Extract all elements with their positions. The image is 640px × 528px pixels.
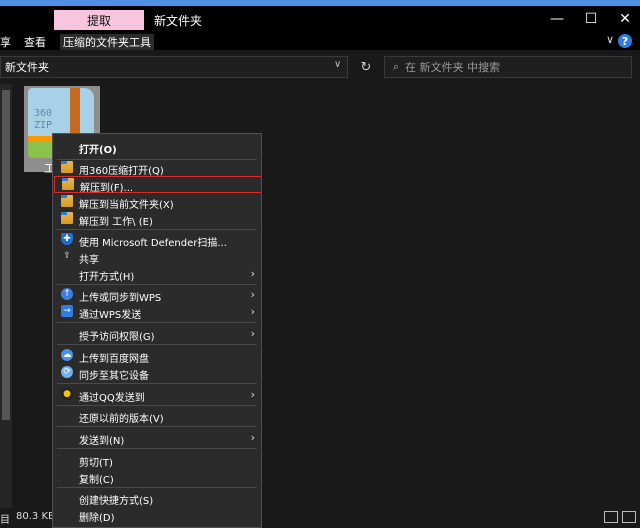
menu-item-extract-to[interactable]: 解压到(F)... (54, 176, 261, 194)
menu-item-upload-wps[interactable]: ↑ 上传或同步到WPS › (53, 286, 261, 304)
close-button[interactable]: ✕ (614, 9, 636, 29)
menu-item-open-360zip[interactable]: 用360压缩打开(Q) (53, 159, 261, 177)
window-title: 新文件夹 (154, 14, 203, 28)
menu-item-share[interactable]: ⇪ 共享 (53, 248, 261, 266)
menu-item-extract-here[interactable]: 解压到当前文件夹(X) (53, 193, 261, 211)
submenu-arrow-icon: › (250, 288, 255, 301)
submenu-arrow-icon: › (250, 431, 255, 444)
menu-item-open-with[interactable]: 打开方式(H) › (53, 265, 261, 283)
menu-separator (57, 284, 257, 285)
menu-separator (57, 229, 257, 230)
scrollbar-thumb[interactable] (2, 90, 10, 420)
context-menu: 打开(O) 用360压缩打开(Q) 解压到(F)... 解压到当前文件夹(X) … (52, 133, 262, 528)
collapse-ribbon-icon[interactable]: ∨ (606, 33, 614, 46)
menu-item-copy[interactable]: 复制(C) (53, 468, 261, 486)
submenu-arrow-icon: › (250, 305, 255, 318)
search-icon: ⌕ (393, 60, 400, 73)
folder-zip-icon (61, 195, 73, 207)
wps-send-icon: → (61, 305, 73, 317)
menu-separator (57, 426, 257, 427)
menu-separator (57, 448, 257, 449)
item-count: 目 (0, 515, 10, 526)
tab-share[interactable]: 享 (0, 34, 11, 50)
nav-pane-scrollbar[interactable] (0, 84, 12, 508)
address-dropdown-icon[interactable]: ∨ (334, 59, 341, 70)
menu-item-restore-versions[interactable]: 还原以前的版本(V) (53, 407, 261, 425)
folder-zip-icon (61, 212, 73, 224)
address-path: 新文件夹 (5, 61, 49, 74)
menu-item-send-to[interactable]: 发送到(N) › (53, 429, 261, 447)
tab-compressed-folder-tools[interactable]: 压缩的文件夹工具 (60, 34, 154, 50)
help-icon[interactable]: ? (618, 34, 632, 48)
menu-item-extract-to-folder[interactable]: 解压到 工作\ (E) (53, 210, 261, 228)
menu-separator (57, 487, 257, 488)
sync-device-icon: ⟳ (61, 366, 73, 378)
search-box[interactable]: ⌕ 在 新文件夹 中搜索 (384, 56, 632, 78)
selection-size: 80.3 KB (16, 511, 55, 522)
menu-item-baidu-upload[interactable]: ☁ 上传到百度网盘 (53, 347, 261, 365)
menu-item-delete[interactable]: 删除(D) (53, 506, 261, 524)
tab-view[interactable]: 查看 (24, 34, 46, 50)
menu-separator (57, 322, 257, 323)
menu-item-sync-device[interactable]: ⟳ 同步至其它设备 (53, 364, 261, 382)
submenu-arrow-icon: › (250, 388, 255, 401)
refresh-icon[interactable]: ↻ (356, 57, 376, 77)
folder-zip-icon (62, 178, 74, 190)
folder-zip-icon (61, 161, 73, 173)
menu-item-create-shortcut[interactable]: 创建快捷方式(S) (53, 489, 261, 507)
ribbon-tabs: 享 查看 压缩的文件夹工具 (0, 32, 640, 50)
share-icon: ⇪ (63, 251, 71, 261)
baidu-netdisk-icon: ☁ (61, 349, 73, 361)
menu-separator (57, 383, 257, 384)
wps-cloud-icon: ↑ (61, 288, 73, 300)
address-bar[interactable]: 新文件夹 (0, 56, 348, 78)
search-placeholder: 在 新文件夹 中搜索 (405, 61, 501, 74)
menu-item-cut[interactable]: 剪切(T) (53, 451, 261, 469)
maximize-button[interactable]: ☐ (580, 9, 602, 29)
menu-item-send-wps[interactable]: → 通过WPS发送 › (53, 303, 261, 321)
menu-separator (57, 405, 257, 406)
defender-shield-icon: ✚ (61, 233, 73, 245)
menu-separator (57, 344, 257, 345)
large-icons-view-icon[interactable] (622, 511, 636, 523)
menu-item-send-qq[interactable]: ● 通过QQ发送到 › (53, 386, 261, 404)
details-view-icon[interactable] (604, 511, 618, 523)
menu-item-grant-access[interactable]: 授予访问权限(G) › (53, 325, 261, 343)
menu-item-defender-scan[interactable]: ✚ 使用 Microsoft Defender扫描... (53, 231, 261, 249)
menu-item-open[interactable]: 打开(O) (53, 138, 261, 156)
minimize-button[interactable]: — (546, 9, 568, 29)
qq-icon: ● (61, 388, 73, 400)
submenu-arrow-icon: › (250, 267, 255, 280)
tab-extract[interactable]: 提取 (54, 10, 144, 30)
submenu-arrow-icon: › (250, 327, 255, 340)
